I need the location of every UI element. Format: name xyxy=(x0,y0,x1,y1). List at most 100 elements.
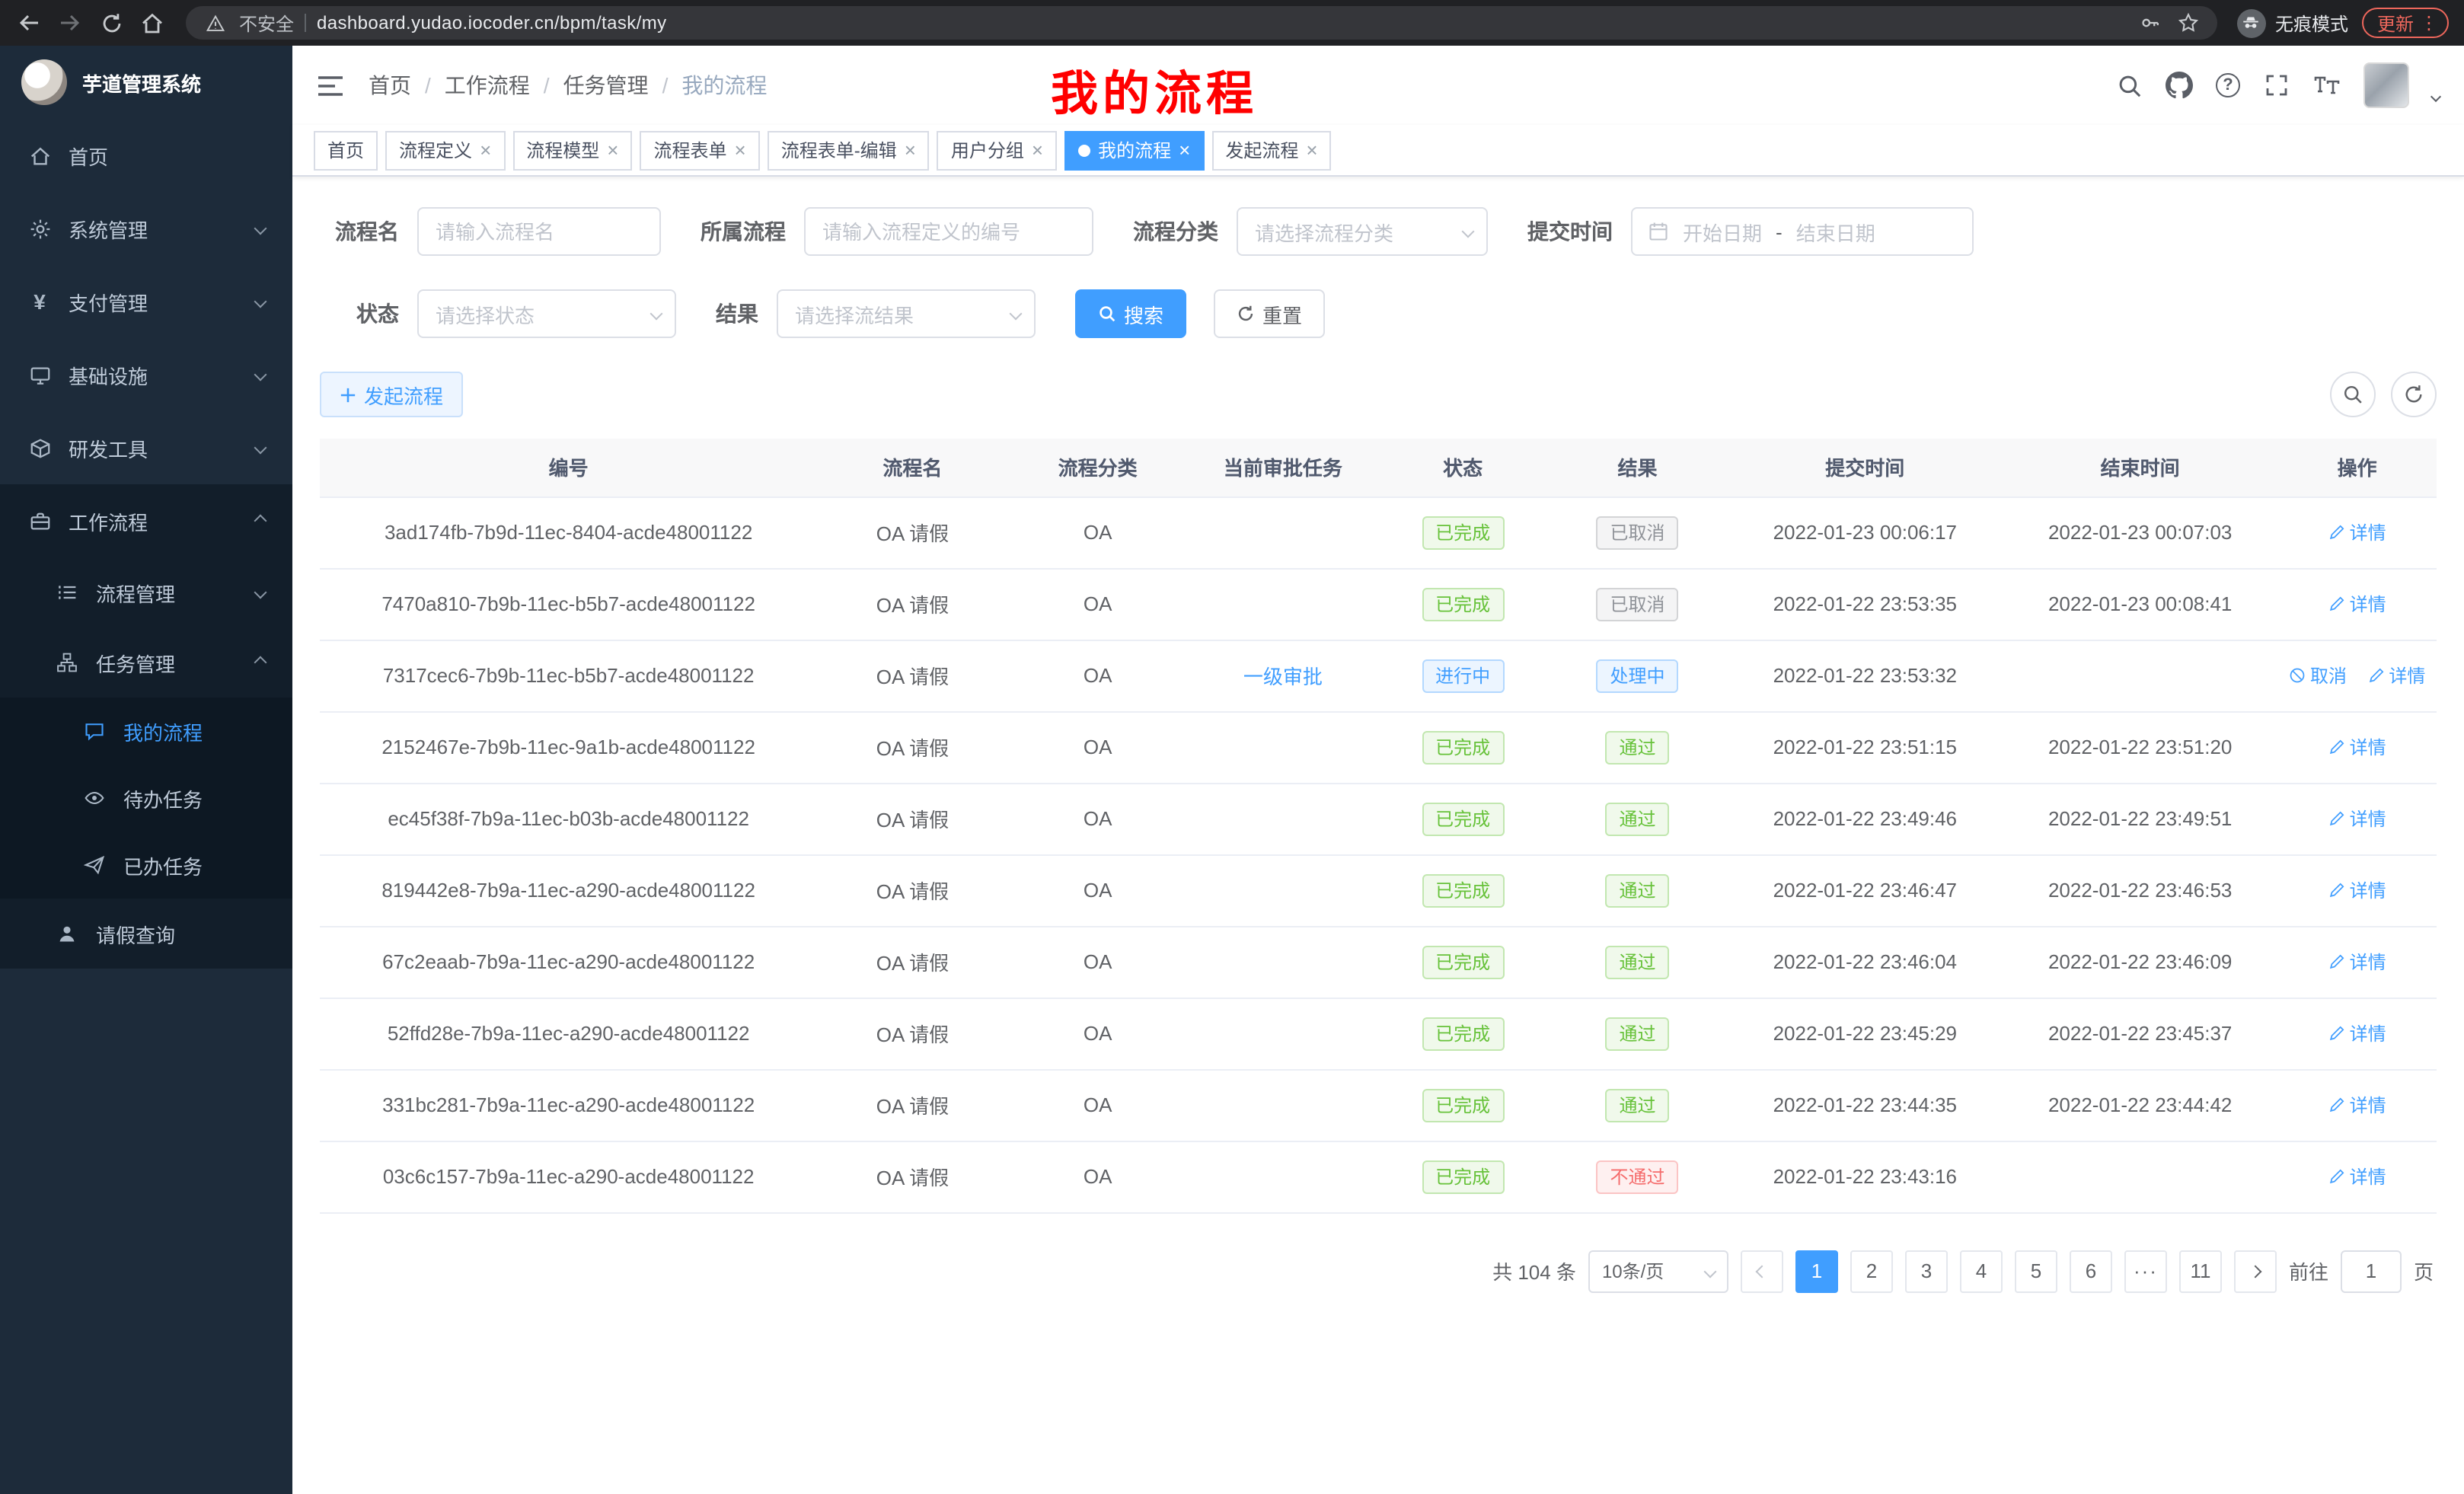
fullscreen-icon[interactable] xyxy=(2263,72,2290,99)
fontsize-icon[interactable] xyxy=(2313,72,2341,99)
result-select[interactable]: 请选择流结果 xyxy=(777,289,1036,338)
close-icon[interactable] xyxy=(1179,139,1190,161)
sidebar-item-task-mgmt[interactable]: 任务管理 xyxy=(0,627,292,698)
sidebar-item-process-mgmt[interactable]: 流程管理 xyxy=(0,557,292,627)
close-icon[interactable] xyxy=(480,139,491,161)
page-button-1[interactable]: 1 xyxy=(1795,1250,1838,1292)
home-icon[interactable] xyxy=(139,9,166,37)
process-name: OA 请假 xyxy=(876,1167,949,1189)
tab-user-group[interactable]: 用户分组 xyxy=(937,130,1057,170)
category-select[interactable]: 请选择流程分类 xyxy=(1237,207,1488,256)
key-icon[interactable] xyxy=(2137,9,2164,37)
page-button-2[interactable]: 2 xyxy=(1850,1250,1893,1292)
sidebar-item-system[interactable]: 系统管理 xyxy=(0,192,292,265)
close-icon[interactable] xyxy=(607,139,618,161)
github-icon[interactable] xyxy=(2166,72,2193,99)
submit-time-range-picker[interactable]: 开始日期 - 结束日期 xyxy=(1631,207,1974,256)
search-icon[interactable] xyxy=(2115,72,2143,99)
page-button-6[interactable]: 6 xyxy=(2070,1250,2112,1292)
breadcrumb-item[interactable]: 任务管理 xyxy=(563,70,682,101)
detail-button[interactable]: 详情 xyxy=(2328,1164,2386,1189)
page-ellipsis[interactable]: ··· xyxy=(2124,1250,2167,1292)
sidebar-item-todo-tasks[interactable]: 待办任务 xyxy=(0,765,292,832)
close-icon[interactable] xyxy=(905,139,916,161)
chevron-down-icon xyxy=(1703,1265,1716,1278)
page-button-11[interactable]: 11 xyxy=(2179,1250,2222,1292)
page-button-3[interactable]: 3 xyxy=(1905,1250,1948,1292)
detail-button[interactable]: 详情 xyxy=(2328,877,2386,903)
next-page-button[interactable] xyxy=(2234,1250,2277,1292)
page-button-4[interactable]: 4 xyxy=(1960,1250,2003,1292)
forward-icon[interactable] xyxy=(56,9,84,37)
reload-icon[interactable] xyxy=(97,9,125,37)
sidebar-item-infrastructure[interactable]: 基础设施 xyxy=(0,338,292,411)
page-size-select[interactable]: 10条/页 xyxy=(1588,1250,1728,1292)
help-icon[interactable] xyxy=(2216,73,2240,97)
sidebar-item-payment[interactable]: 支付管理 xyxy=(0,265,292,338)
sidebar-item-home[interactable]: 首页 xyxy=(0,119,292,192)
sidebar-item-devtools[interactable]: 研发工具 xyxy=(0,411,292,484)
tab-process-model[interactable]: 流程模型 xyxy=(512,130,632,170)
avatar[interactable] xyxy=(2363,62,2409,108)
column-header: 提交时间 xyxy=(1728,439,2003,496)
home-icon xyxy=(27,143,52,168)
sidebar-item-label: 基础设施 xyxy=(69,360,239,389)
tab-process-form-edit[interactable]: 流程表单-编辑 xyxy=(768,130,930,170)
breadcrumb-item[interactable]: 工作流程 xyxy=(445,70,563,101)
page-button-5[interactable]: 5 xyxy=(2015,1250,2057,1292)
cancel-button[interactable]: 取消 xyxy=(2289,662,2347,688)
current-task-link[interactable]: 一级审批 xyxy=(1243,666,1323,688)
status-select[interactable]: 请选择状态 xyxy=(417,289,676,338)
detail-button[interactable]: 详情 xyxy=(2367,662,2425,688)
sidebar-item-done-tasks[interactable]: 已办任务 xyxy=(0,832,292,899)
detail-button[interactable]: 详情 xyxy=(2328,949,2386,975)
close-icon[interactable] xyxy=(1306,139,1317,161)
process-name-input[interactable] xyxy=(417,207,661,256)
sidebar-item-leave-query[interactable]: 请假查询 xyxy=(0,899,292,969)
tab-start-process[interactable]: 发起流程 xyxy=(1211,130,1331,170)
detail-button[interactable]: 详情 xyxy=(2328,1092,2386,1118)
tab-process-definition[interactable]: 流程定义 xyxy=(385,130,505,170)
update-button[interactable]: 更新 xyxy=(2362,8,2449,38)
submit-time: 2022-01-22 23:51:15 xyxy=(1773,736,1957,758)
start-process-button[interactable]: 发起流程 xyxy=(320,372,463,417)
result-badge: 不通过 xyxy=(1596,1160,1678,1193)
process-category: OA xyxy=(1084,736,1112,758)
back-icon[interactable] xyxy=(15,9,43,37)
close-icon[interactable] xyxy=(735,139,746,161)
tab-process-form[interactable]: 流程表单 xyxy=(640,130,759,170)
search-button[interactable]: 搜索 xyxy=(1075,289,1186,338)
detail-button[interactable]: 详情 xyxy=(2328,1020,2386,1046)
detail-button[interactable]: 详情 xyxy=(2328,734,2386,760)
process-definition-input[interactable] xyxy=(804,207,1093,256)
tab-home[interactable]: 首页 xyxy=(314,130,378,170)
sidebar-item-my-process[interactable]: 我的流程 xyxy=(0,698,292,765)
sidebar-item-workflow[interactable]: 工作流程 xyxy=(0,484,292,557)
breadcrumb-item[interactable]: 首页 xyxy=(369,70,445,101)
address-bar[interactable]: 不安全 dashboard.yudao.iocoder.cn/bpm/task/… xyxy=(186,6,2217,40)
process-name: OA 请假 xyxy=(876,1023,949,1046)
goto-page-input[interactable] xyxy=(2341,1250,2402,1292)
prev-page-button[interactable] xyxy=(1741,1250,1783,1292)
reset-button[interactable]: 重置 xyxy=(1214,289,1325,338)
table-row: 67c2eaab-7b9a-11ec-a290-acde48001122 OA … xyxy=(320,926,2437,998)
tab-my-process[interactable]: 我的流程 xyxy=(1064,130,1204,170)
column-header: 流程名 xyxy=(817,439,1007,496)
goto-label: 前往 xyxy=(2289,1256,2328,1285)
close-icon[interactable] xyxy=(1032,139,1043,161)
detail-button[interactable]: 详情 xyxy=(2328,806,2386,832)
search-toggle-button[interactable] xyxy=(2330,372,2376,417)
refresh-button[interactable] xyxy=(2391,372,2437,417)
result-badge: 通过 xyxy=(1605,873,1669,907)
end-time: 2022-01-22 23:51:20 xyxy=(2048,736,2232,758)
detail-button[interactable]: 详情 xyxy=(2328,591,2386,617)
app-logo[interactable]: 芋道管理系统 xyxy=(0,46,292,119)
process-category: OA xyxy=(1084,1165,1112,1188)
caret-down-icon[interactable] xyxy=(2430,91,2441,101)
star-icon[interactable] xyxy=(2175,9,2202,37)
detail-button[interactable]: 详情 xyxy=(2328,519,2386,545)
filter-form: 流程名 所属流程 流程分类 请选择流程分类 xyxy=(320,207,2437,338)
hamburger-icon[interactable] xyxy=(317,74,344,97)
menu-dots-icon[interactable] xyxy=(2420,12,2438,34)
filter-label-name: 流程名 xyxy=(320,216,399,247)
